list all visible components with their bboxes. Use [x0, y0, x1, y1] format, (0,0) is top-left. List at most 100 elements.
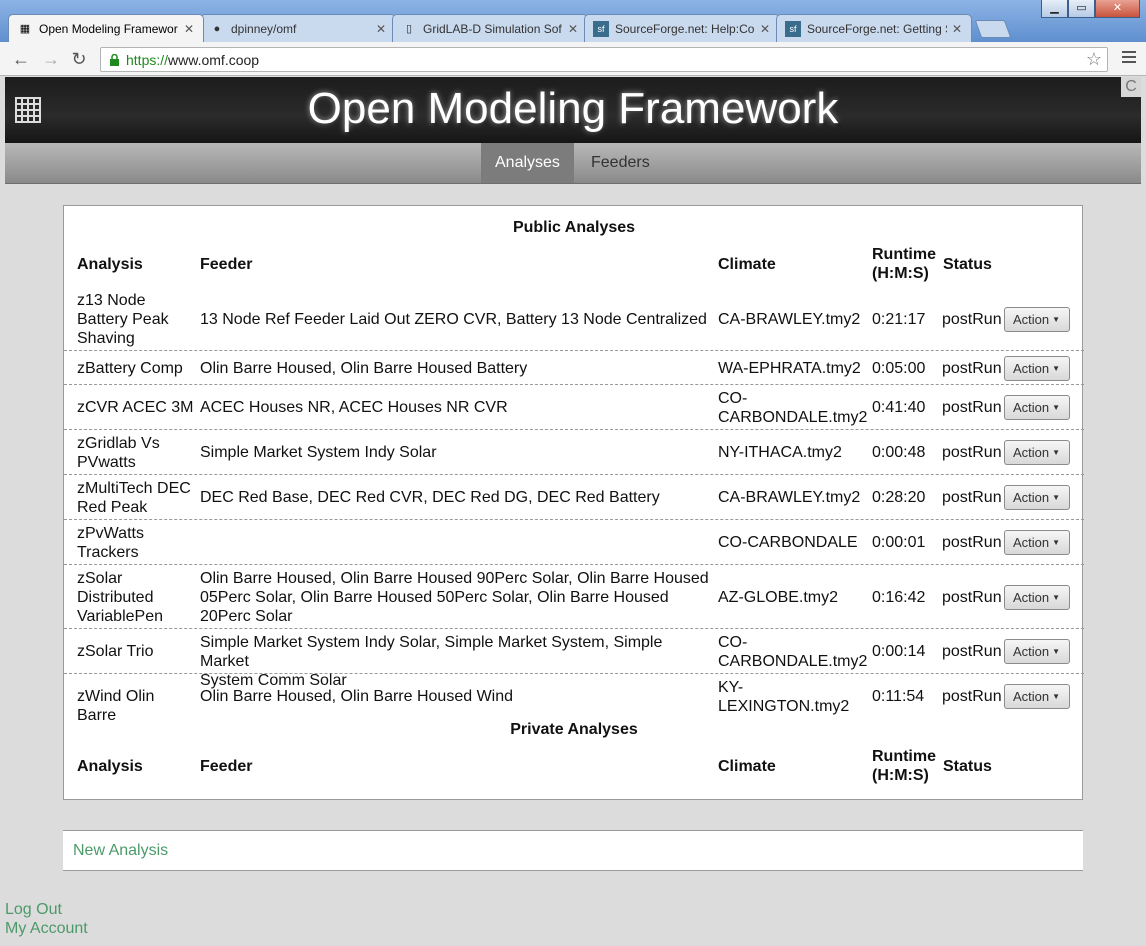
climate-file: AZ-GLOBE.tmy2 — [718, 589, 839, 606]
feeder-list: Olin Barre Housed, Olin Barre Housed Bat… — [200, 360, 528, 377]
page-viewport: Open Modeling Framework C Analyses Feede… — [5, 77, 1141, 946]
analysis-name: zSolar Distributed VariablePen — [77, 570, 163, 625]
header-feeder: Feeder — [200, 758, 253, 775]
header-feeder: Feeder — [200, 256, 253, 273]
maximize-button[interactable]: ▭ — [1068, 0, 1095, 18]
reload-icon[interactable]: ↻ — [68, 48, 90, 70]
browser-titlebar: ▦ Open Modeling Framewor ✕ ● dpinney/omf ✕ ▯ Gr… — [0, 0, 1146, 42]
table-row: zSolar Distributed VariablePen Olin Barre H… — [64, 565, 1084, 629]
my-account-link[interactable]: My Account — [5, 920, 88, 938]
table-row: zBattery Comp Olin Barre Housed, Olin Bar… — [64, 351, 1084, 385]
table-row: z13 Node Battery Peak Shaving 13 Node Ref F… — [64, 288, 1084, 351]
action-button[interactable]: Action ▼ — [1004, 485, 1070, 510]
status-value: postRun — [942, 589, 1002, 606]
feeder-list: Simple Market System Indy Solar — [200, 444, 437, 461]
caret-down-icon: ▼ — [1052, 364, 1061, 373]
caret-down-icon: ▼ — [1052, 448, 1061, 457]
analysis-name: zWind Olin Barre — [77, 688, 155, 724]
status-value: postRun — [942, 399, 1002, 416]
site-header: Open Modeling Framework C — [5, 77, 1141, 143]
browser-tab-title: Open Modeling Framewor — [39, 21, 178, 36]
forward-arrow-icon[interactable]: → — [40, 48, 62, 70]
browser-tab-title: dpinney/omf — [231, 21, 297, 36]
runtime-value: 0:05:00 — [872, 360, 926, 377]
action-button[interactable]: Action ▼ — [1004, 307, 1070, 332]
browser-tab[interactable]: ▯ GridLAB-D Simulation Sof ✕ — [392, 14, 588, 42]
table-row: zWind Olin Barre Olin Barre Housed, Olin … — [64, 674, 1084, 724]
runtime-value: 0:11:54 — [872, 688, 925, 705]
nav-tab-feeders[interactable]: Feeders — [577, 143, 664, 183]
status-value: postRun — [942, 444, 1002, 461]
close-tab-icon[interactable]: ✕ — [759, 22, 771, 36]
grid-icon: ▦ — [19, 23, 31, 35]
climate-file: CO- CARBONDALE.tmy2 — [718, 634, 868, 670]
sourceforge-icon: sf — [593, 20, 609, 37]
status-value: postRun — [942, 643, 1002, 660]
close-tab-icon[interactable]: ✕ — [951, 22, 963, 36]
runtime-value: 0:16:42 — [872, 589, 926, 606]
action-button[interactable]: Action ▼ — [1004, 585, 1070, 610]
analysis-name: z13 Node Battery Peak Shaving — [77, 292, 169, 347]
table-row: zGridlab Vs PVwatts Simple Market System I… — [64, 430, 1084, 475]
table-row: zCVR ACEC 3M ACEC Houses NR, ACEC Houses … — [64, 385, 1084, 430]
back-arrow-icon[interactable]: ← — [10, 48, 32, 70]
action-button[interactable]: Action ▼ — [1004, 684, 1070, 709]
analysis-name: zCVR ACEC 3M — [77, 399, 194, 416]
climate-file: CO- CARBONDALE.tmy2 — [718, 390, 868, 426]
new-analysis-link[interactable]: New Analysis — [73, 842, 168, 860]
close-tab-icon[interactable]: ✕ — [183, 22, 195, 36]
climate-file: CA-BRAWLEY.tmy2 — [718, 489, 861, 506]
github-icon: ● — [213, 22, 221, 35]
public-header-row: Analysis Feeder Climate Runtime (H:M:S) S… — [64, 243, 1084, 285]
feeder-list: ACEC Houses NR, ACEC Houses NR CVR — [200, 399, 508, 416]
feeder-list: Olin Barre Housed, Olin Barre Housed Win… — [200, 688, 514, 705]
feeder-list: 13 Node Ref Feeder Laid Out ZERO CVR, Ba… — [200, 311, 707, 328]
new-tab-button[interactable] — [974, 20, 1012, 38]
close-tab-icon[interactable]: ✕ — [375, 22, 387, 36]
action-button[interactable]: Action ▼ — [1004, 530, 1070, 555]
close-window-button[interactable]: ✕ — [1095, 0, 1140, 18]
caret-down-icon: ▼ — [1052, 593, 1061, 602]
page-icon: ▯ — [405, 23, 413, 35]
browser-tab[interactable]: ● dpinney/omf ✕ — [200, 14, 396, 42]
browser-tab[interactable]: sf SourceForge.net: Help:Co ✕ — [584, 14, 780, 42]
action-button[interactable]: Action ▼ — [1004, 639, 1070, 664]
caret-down-icon: ▼ — [1052, 315, 1061, 324]
caret-down-icon: ▼ — [1052, 493, 1061, 502]
analysis-name: zGridlab Vs PVwatts — [77, 435, 160, 471]
header-runtime: Runtime (H:M:S) — [872, 246, 936, 282]
table-row: zMultiTech DEC Red Peak DEC Red Base, DEC … — [64, 475, 1084, 520]
logout-link[interactable]: Log Out — [5, 901, 62, 919]
status-value: postRun — [942, 489, 1002, 506]
private-header-row: Analysis Feeder Climate Runtime (H:M:S) S… — [64, 745, 1084, 787]
analysis-name: zPvWatts Trackers — [77, 525, 144, 561]
nav-tab-analyses[interactable]: Analyses — [481, 143, 574, 183]
bookmark-star-icon[interactable]: ☆ — [1086, 49, 1102, 70]
minimize-button[interactable]: ▁ — [1041, 0, 1068, 18]
caret-down-icon: ▼ — [1052, 692, 1061, 701]
browser-tab-title: SourceForge.net: Help:Co — [615, 21, 755, 36]
browser-tab[interactable]: ▦ Open Modeling Framewor ✕ — [8, 14, 204, 42]
status-value: postRun — [942, 534, 1002, 551]
table-row: zPvWatts Trackers CO-CARBONDALE 0:00:01 post… — [64, 520, 1084, 565]
header-climate: Climate — [718, 256, 776, 273]
corner-label: C — [1121, 77, 1141, 97]
address-bar[interactable]: https://www.omf.coop ☆ — [100, 47, 1108, 72]
table-row: zSolar Trio Simple Market System Indy Sol… — [64, 629, 1084, 689]
browser-tab[interactable]: sf SourceForge.net: Getting S ✕ — [776, 14, 972, 42]
site-title: Open Modeling Framework — [307, 84, 839, 133]
new-analysis-panel: New Analysis — [63, 830, 1083, 871]
action-button[interactable]: Action ▼ — [1004, 395, 1070, 420]
close-tab-icon[interactable]: ✕ — [567, 22, 579, 36]
runtime-value: 0:21:17 — [872, 311, 926, 328]
action-button[interactable]: Action ▼ — [1004, 356, 1070, 381]
browser-menu-icon[interactable] — [1122, 51, 1136, 66]
runtime-value: 0:00:01 — [872, 534, 926, 551]
action-button[interactable]: Action ▼ — [1004, 440, 1070, 465]
sourceforge-icon: sf — [785, 20, 801, 37]
feeder-list: Olin Barre Housed, Olin Barre Housed 90P… — [200, 570, 709, 625]
header-analysis: Analysis — [77, 256, 143, 273]
climate-file: CA-BRAWLEY.tmy2 — [718, 311, 861, 328]
public-analyses-title: Public Analyses — [512, 219, 636, 236]
status-value: postRun — [942, 688, 1002, 705]
